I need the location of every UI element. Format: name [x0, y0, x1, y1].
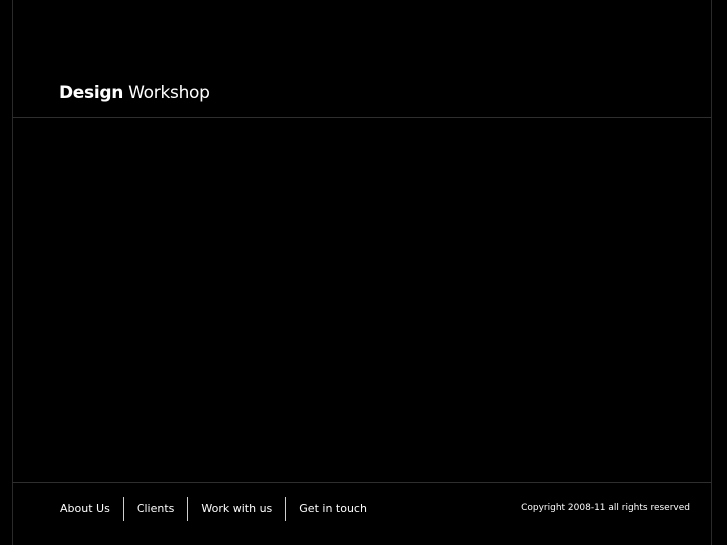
nav-clients[interactable]: Clients [124, 497, 188, 521]
logo-bold-text: Design [59, 83, 124, 103]
site-header: Design Workshop [12, 0, 712, 118]
logo-light-text: Workshop [128, 83, 210, 103]
main-content [12, 118, 712, 482]
copyright-text: Copyright 2008-11 all rights reserved [521, 503, 690, 513]
site-footer: About Us Clients Work with us Get in tou… [12, 482, 712, 545]
nav-work-with-us[interactable]: Work with us [188, 497, 285, 521]
nav-get-in-touch[interactable]: Get in touch [286, 497, 380, 521]
site-logo[interactable]: Design Workshop [59, 83, 210, 103]
footer-nav: About Us Clients Work with us Get in tou… [60, 497, 380, 521]
nav-about-us[interactable]: About Us [60, 497, 123, 521]
